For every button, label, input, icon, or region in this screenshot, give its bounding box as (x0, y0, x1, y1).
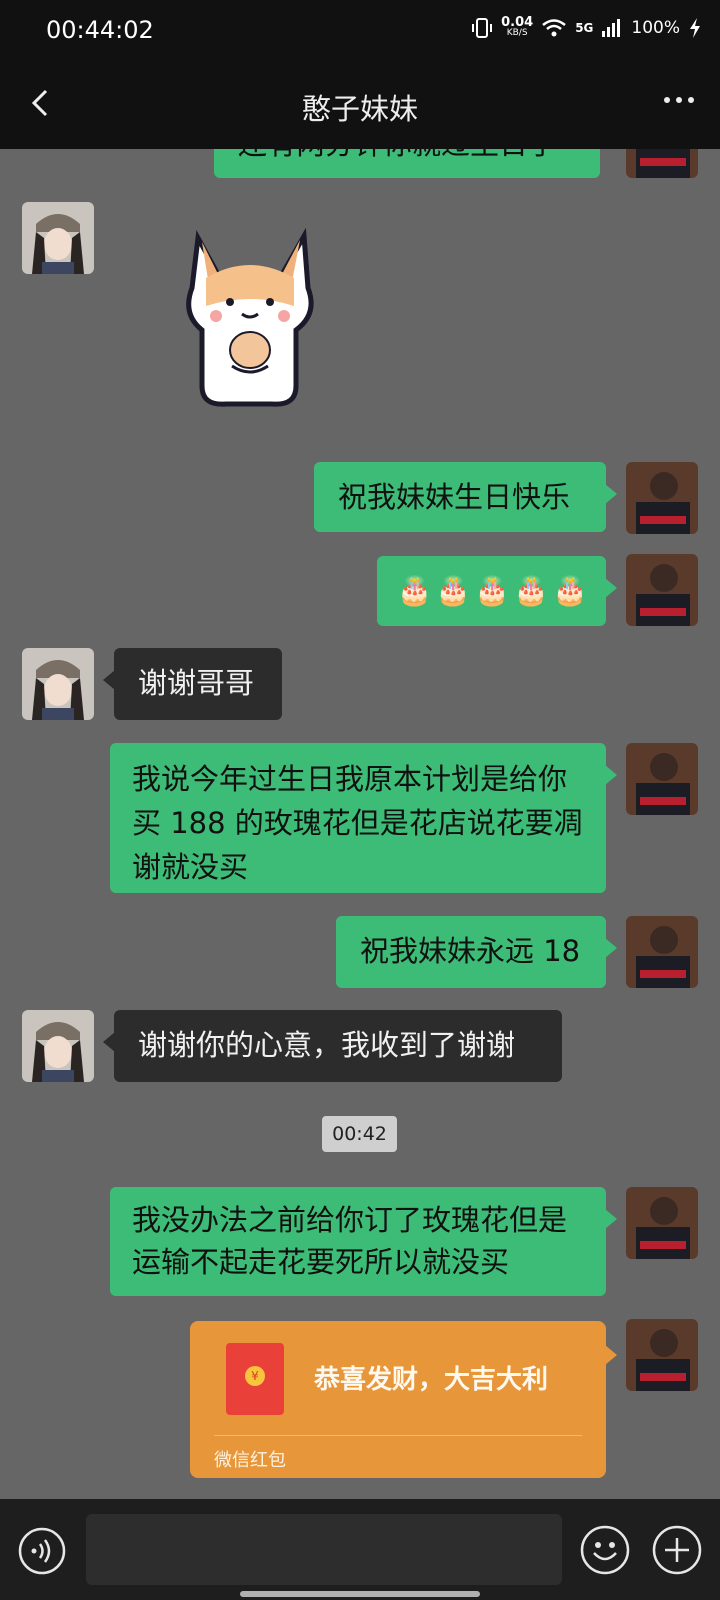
voice-icon[interactable] (18, 1527, 66, 1575)
chat-title: 憨子妹妹 (301, 92, 418, 126)
chat-header: 憨子妹妹 (0, 60, 720, 149)
message-text: 我没办法之前给你订了玫瑰花但是运输不起走花要死所以就没买 (132, 1203, 568, 1279)
home-indicator[interactable] (240, 1591, 480, 1597)
message-bubble-outgoing[interactable]: 祝我妹妹生日快乐 (314, 462, 617, 532)
sticker-corgi[interactable] (176, 218, 324, 410)
cake-emoji: 🎂 (474, 574, 510, 607)
input-bar (0, 1499, 720, 1600)
net-speed: 0.04 KB/S (501, 15, 534, 39)
net-speed-unit: KB/S (506, 28, 528, 38)
red-packet-icon: ¥ (226, 1343, 284, 1415)
message-text: 还有两分钟你就过生日了 (238, 149, 557, 161)
red-packet-label: 微信红包 (214, 1450, 286, 1471)
avatar-contact[interactable] (22, 202, 94, 274)
timestamp-chip: 00:42 (322, 1116, 397, 1152)
plus-icon[interactable] (652, 1525, 702, 1575)
message-bubble-outgoing[interactable]: 祝我妹妹永远 18 (336, 916, 617, 988)
message-bubble-outgoing[interactable]: 我没办法之前给你订了玫瑰花但是运输不起走花要死所以就没买 (110, 1187, 617, 1296)
cake-emoji: 🎂 (552, 574, 588, 607)
vibrate-icon (472, 18, 493, 38)
message-text: 我说今年过生日我原本计划是给你买 188 的玫瑰花但是花店说花要凋谢就没买 (132, 762, 583, 884)
cake-emoji: 🎂 (513, 574, 549, 607)
red-packet-card[interactable]: ¥ 恭喜发财，大吉大利 微信红包 (190, 1321, 617, 1478)
avatar-self[interactable] (626, 743, 698, 815)
avatar-self[interactable] (626, 1319, 698, 1391)
message-bubble-incoming[interactable]: 谢谢哥哥 (103, 648, 282, 720)
message-text: 谢谢哥哥 (138, 666, 255, 700)
avatar-contact[interactable] (22, 1010, 94, 1082)
message-text: 祝我妹妹永远 18 (360, 934, 581, 968)
avatar-self[interactable] (626, 1187, 698, 1259)
red-packet-title: 恭喜发财，大吉大利 (314, 1365, 549, 1395)
network-type: 5G (575, 21, 594, 35)
message-input[interactable] (86, 1514, 562, 1585)
status-icons: 0.04 KB/S 5G 100% (471, 15, 702, 39)
avatar-self[interactable] (626, 916, 698, 988)
message-bubble-outgoing[interactable]: 我说今年过生日我原本计划是给你买 188 的玫瑰花但是花店说花要凋谢就没买 (110, 743, 617, 893)
emoji-icon[interactable] (580, 1525, 630, 1575)
avatar-self[interactable] (626, 462, 698, 534)
net-speed-value: 0.04 (501, 15, 534, 30)
wifi-icon (542, 19, 566, 37)
status-time: 00:44:02 (46, 16, 154, 44)
avatar-self[interactable] (626, 554, 698, 626)
divider (214, 1435, 582, 1436)
cake-emoji: 🎂 (435, 574, 471, 607)
status-bar: 00:44:02 0.04 KB/S 5G 100% (0, 0, 720, 60)
battery-level: 100% (631, 18, 680, 38)
message-list[interactable]: 还有两分钟你就过生日了 祝我妹妹生日快 (0, 149, 720, 1499)
signal-icon (602, 19, 621, 37)
message-bubble-outgoing[interactable]: 🎂 🎂 🎂 🎂 🎂 (377, 556, 617, 626)
charging-icon (690, 18, 700, 38)
message-bubble-incoming[interactable]: 谢谢你的心意，我收到了谢谢 (103, 1010, 562, 1082)
avatar-self[interactable] (626, 149, 698, 178)
avatar-contact[interactable] (22, 648, 94, 720)
emoji-row: 🎂 🎂 🎂 🎂 🎂 (397, 568, 588, 614)
message-text: 谢谢你的心意，我收到了谢谢 (138, 1028, 516, 1062)
cake-emoji: 🎂 (397, 574, 432, 607)
message-bubble-outgoing[interactable]: 还有两分钟你就过生日了 (214, 149, 600, 178)
more-dots-icon[interactable] (664, 97, 694, 103)
message-text: 祝我妹妹生日快乐 (338, 480, 571, 514)
